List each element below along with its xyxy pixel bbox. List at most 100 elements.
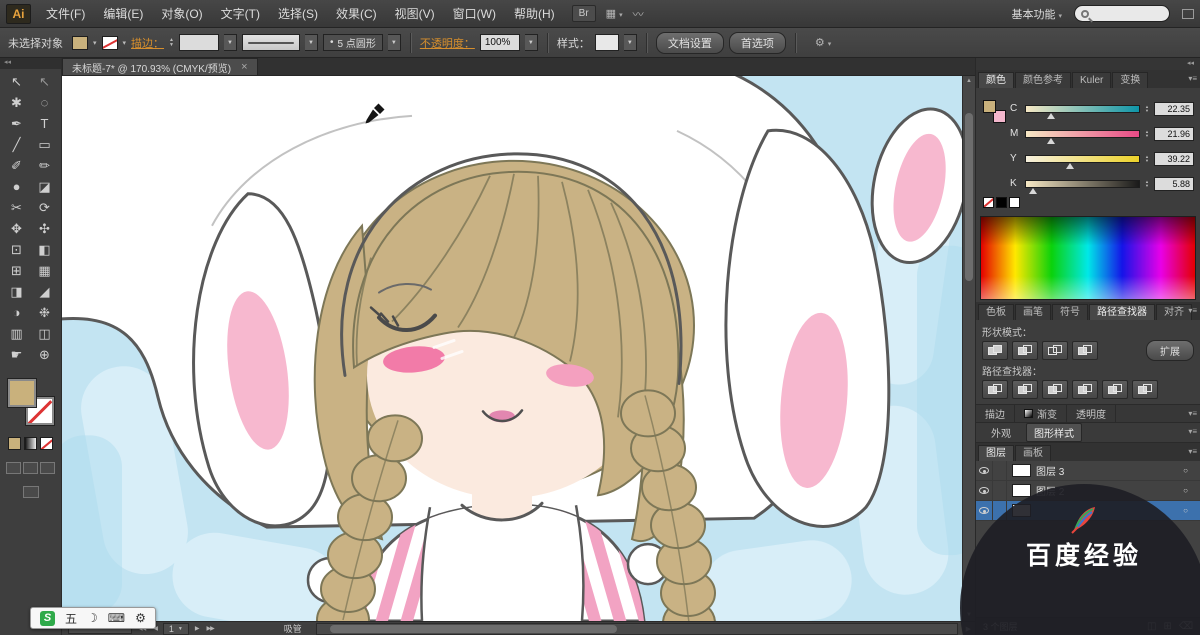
preferences-button[interactable]: 首选项	[729, 32, 786, 54]
canvas[interactable]: ▲ ▼	[62, 76, 975, 621]
menu-view[interactable]: 视图(V)	[386, 0, 444, 28]
chevron-down-icon[interactable]: ▾	[123, 39, 127, 47]
stroke-panel-link[interactable]: 描边：	[131, 35, 164, 51]
drawing-modes[interactable]	[0, 462, 61, 474]
merge-button[interactable]	[1042, 380, 1068, 399]
tab-artboards[interactable]: 画板	[1015, 445, 1051, 461]
eyedropper-tool[interactable]: ◢	[32, 281, 58, 302]
vertical-scrollbar[interactable]: ▲ ▼	[962, 76, 975, 621]
visibility-eye-icon[interactable]	[976, 461, 993, 480]
chevron-down-icon[interactable]: ▼	[624, 34, 637, 51]
tab-swatches[interactable]: 色板	[978, 304, 1014, 320]
stroke-weight-field[interactable]	[179, 34, 219, 51]
menu-window[interactable]: 窗口(W)	[444, 0, 505, 28]
channel-spinner[interactable]: ▲▼	[1145, 155, 1149, 163]
tab-symbols[interactable]: 符号	[1052, 304, 1088, 320]
stroke-weight-stepper[interactable]: ▲▼	[169, 38, 174, 48]
search-box[interactable]	[1074, 5, 1170, 22]
fill-proxy[interactable]	[983, 100, 996, 113]
wrench-icon[interactable]: ⚙	[135, 611, 146, 625]
none-swatch[interactable]	[983, 197, 994, 208]
color-mode-button[interactable]	[8, 437, 21, 450]
blob-brush-tool[interactable]: ●	[4, 176, 30, 197]
document-setup-button[interactable]: 文档设置	[656, 32, 724, 54]
slider-thumb[interactable]	[1029, 188, 1037, 194]
draw-behind-icon[interactable]	[23, 462, 38, 474]
channel-spinner[interactable]: ▲▼	[1145, 105, 1149, 113]
sogou-logo[interactable]: S	[40, 611, 55, 626]
close-tab-icon[interactable]: ×	[241, 61, 247, 73]
line-segment-tool[interactable]: ╱	[4, 134, 30, 155]
scroll-up-icon[interactable]: ▲	[966, 76, 972, 87]
pencil-tool[interactable]: ✏	[32, 155, 58, 176]
menu-object[interactable]: 对象(O)	[152, 0, 211, 28]
channel-value-field[interactable]: 5.88	[1154, 177, 1194, 191]
mesh-tool[interactable]: ▦	[32, 260, 58, 281]
layer-name[interactable]: 图层 3	[1036, 463, 1183, 478]
visibility-eye-icon[interactable]	[976, 481, 993, 500]
panel-menu-icon[interactable]: ▾≡	[1188, 74, 1197, 83]
scrollbar-thumb[interactable]	[965, 113, 973, 280]
chevron-down-icon[interactable]: ▼	[224, 34, 237, 51]
tab-transparency[interactable]: 透明度	[1067, 405, 1116, 422]
draw-normal-icon[interactable]	[6, 462, 21, 474]
white-swatch[interactable]	[1009, 197, 1020, 208]
last-artboard-icon[interactable]: ▶▶	[204, 625, 215, 632]
channel-value-field[interactable]: 22.35	[1154, 102, 1194, 116]
symbol-sprayer-tool[interactable]: ❉	[32, 302, 58, 323]
rectangle-tool[interactable]: ▭	[32, 134, 58, 155]
layer-target-icon[interactable]: ○	[1183, 506, 1188, 515]
layer-3[interactable]: 图层 3 ○	[976, 461, 1200, 481]
pen-tool[interactable]: ✒	[4, 113, 30, 134]
scissors-tool[interactable]: ✂	[4, 197, 30, 218]
panel-menu-icon[interactable]: ▾≡	[1188, 409, 1197, 418]
unite-button[interactable]	[982, 341, 1008, 360]
workspace-switcher[interactable]: 基本功能▾	[1011, 6, 1062, 22]
tab-transform[interactable]: 变换	[1112, 72, 1148, 88]
lasso-tool[interactable]: ◌	[32, 92, 58, 113]
input-method-bar[interactable]: S 五 ☽ ⌨ ⚙	[30, 607, 156, 629]
chevron-down-icon[interactable]: ▼	[305, 34, 318, 51]
tab-pathfinder[interactable]: 路径查找器	[1089, 304, 1155, 320]
tab-layers[interactable]: 图层	[978, 445, 1014, 461]
crop-button[interactable]	[1072, 380, 1098, 399]
tab-appearance[interactable]: 外观	[984, 424, 1018, 441]
fill-proxy[interactable]	[8, 379, 36, 407]
brush-name-dropdown[interactable]: •5 点圆形	[323, 34, 383, 51]
type-tool[interactable]: T	[32, 113, 58, 134]
chevron-down-icon[interactable]: ▼	[388, 34, 401, 51]
none-mode-button[interactable]	[40, 437, 53, 450]
black-swatch[interactable]	[996, 197, 1007, 208]
trim-button[interactable]	[1012, 380, 1038, 399]
tab-graphic-styles[interactable]: 图形样式	[1026, 423, 1082, 442]
channel-value-field[interactable]: 39.22	[1154, 152, 1194, 166]
eraser-tool[interactable]: ◪	[32, 176, 58, 197]
gradient-mode-button[interactable]	[24, 437, 37, 450]
tab-gradient[interactable]: 渐变	[1015, 405, 1067, 422]
stroke-color-swatch[interactable]	[102, 36, 118, 50]
style-swatch-field[interactable]	[595, 34, 619, 51]
exclude-button[interactable]	[1072, 341, 1098, 360]
color-spectrum[interactable]	[980, 216, 1196, 300]
cs-live-icon[interactable]: 〰	[633, 6, 644, 22]
layer-target-icon[interactable]: ○	[1183, 486, 1188, 495]
artboard-number-dropdown[interactable]: 1▼	[163, 623, 189, 635]
channel-slider[interactable]	[1025, 155, 1140, 163]
panel-menu-icon[interactable]: ▾≡	[1188, 306, 1197, 315]
gradient-tool[interactable]: ◨	[4, 281, 30, 302]
menu-type[interactable]: 文字(T)	[212, 0, 269, 28]
tab-stroke[interactable]: 描边	[976, 405, 1015, 422]
channel-slider[interactable]	[1025, 105, 1140, 113]
opacity-field[interactable]: 100%	[480, 34, 520, 51]
moon-icon[interactable]: ☽	[87, 611, 98, 625]
channel-slider[interactable]	[1025, 180, 1140, 188]
minus-back-button[interactable]	[1132, 380, 1158, 399]
minus-front-button[interactable]	[1012, 341, 1038, 360]
fill-stroke-control[interactable]	[8, 379, 54, 425]
document-tab[interactable]: 未标题-7* @ 170.93% (CMYK/预览) ×	[62, 58, 258, 75]
opacity-panel-link[interactable]: 不透明度：	[420, 35, 475, 51]
blend-tool[interactable]: ◑	[4, 302, 30, 323]
slider-thumb[interactable]	[1047, 138, 1055, 144]
channel-value-field[interactable]: 21.96	[1154, 127, 1194, 141]
expand-button[interactable]: 扩展	[1146, 340, 1194, 361]
